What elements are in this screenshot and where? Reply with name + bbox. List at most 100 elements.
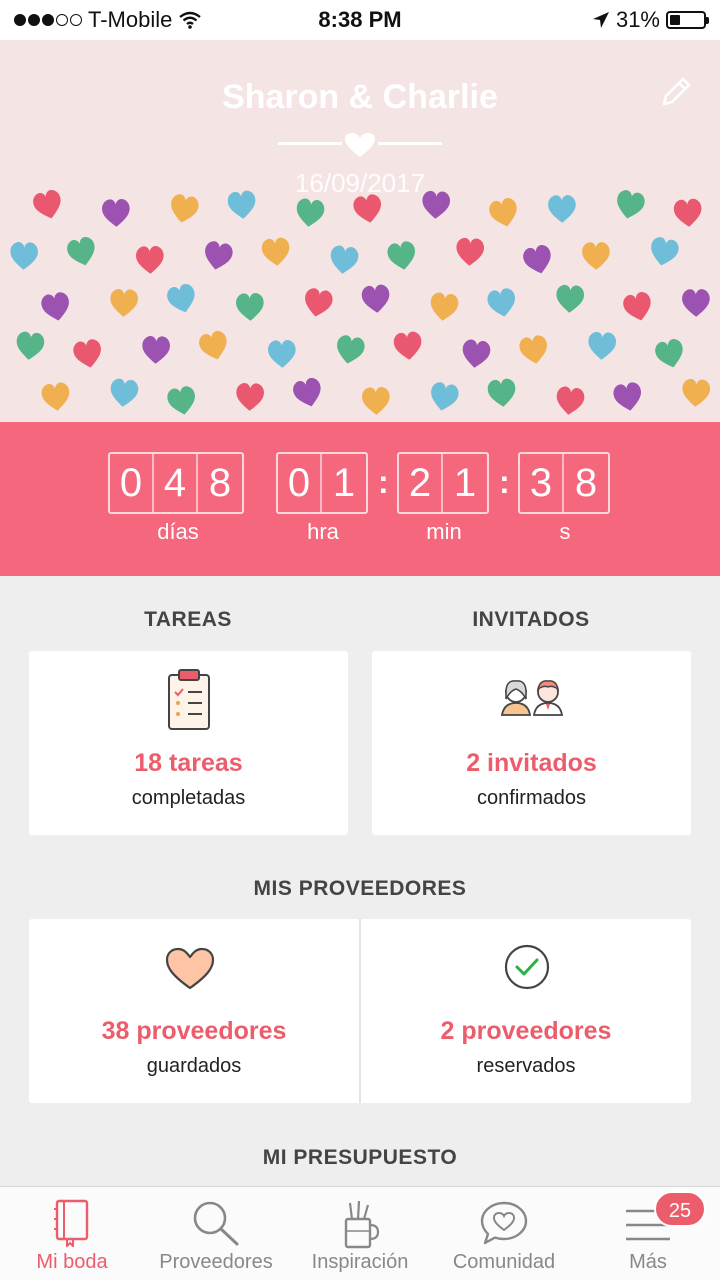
heart-decoration	[361, 284, 390, 313]
seconds-digit: 3	[520, 454, 564, 512]
tab-mi-boda[interactable]: Mi boda	[0, 1187, 144, 1280]
heart-decoration	[67, 236, 95, 266]
wedding-date: 16/09/2017	[294, 168, 426, 198]
minutes-label: min	[426, 519, 462, 544]
heart-decoration	[682, 378, 711, 407]
countdown-hours: 0 1	[276, 452, 368, 514]
vendors-card: 38 proveedores guardados 2 proveedores r…	[29, 919, 691, 1103]
tab-label: Más	[629, 1251, 667, 1273]
tasks-count: 18 tareas	[134, 749, 243, 777]
heart-decoration	[655, 339, 683, 368]
heart-decoration	[588, 331, 617, 360]
minutes-digit: 2	[399, 454, 443, 512]
heart-decoration	[462, 339, 491, 368]
tab-label: Comunidad	[452, 1251, 556, 1273]
vendors-title: MIS PROVEEDORES	[253, 877, 467, 900]
days-digit: 0	[110, 454, 154, 512]
hours-label: hra	[307, 519, 339, 544]
chat-heart-icon	[480, 1201, 528, 1245]
heart-decoration	[236, 293, 264, 321]
countdown-days: 0 4 8	[108, 452, 244, 514]
heart-decoration	[582, 242, 610, 270]
heart-decoration	[487, 378, 516, 407]
wifi-icon	[179, 11, 202, 29]
signal-icon	[14, 14, 82, 26]
heart-decoration	[330, 245, 359, 274]
tab-label: Inspiración	[311, 1251, 409, 1273]
pencil-icon	[662, 77, 691, 106]
hours-digit: 1	[332, 461, 356, 505]
battery-fill	[670, 15, 680, 25]
guests-count: 2 invitados	[466, 749, 597, 777]
budget-title: MI PRESUPUESTO	[262, 1146, 458, 1169]
tasks-sub: completadas	[131, 787, 246, 809]
days-digit: 8	[208, 461, 232, 505]
heart-decoration	[523, 245, 551, 274]
tasks-title: TAREAS	[144, 608, 232, 631]
saved-vendors-sub: guardados	[146, 1055, 242, 1077]
heart-decoration	[362, 387, 390, 415]
minutes-digit: 1	[453, 461, 477, 505]
heart-decoration	[41, 292, 69, 321]
heart-decoration	[556, 284, 585, 313]
heart-decoration	[293, 377, 321, 407]
heart-decoration	[393, 331, 422, 360]
heart-decoration	[167, 283, 195, 313]
heart-decoration	[613, 382, 641, 411]
seconds-digit: 8	[574, 461, 598, 505]
check-circle-icon	[504, 944, 550, 990]
tab-comunidad[interactable]: Comunidad	[432, 1187, 576, 1280]
wedding-header: Sharon & Charlie 16/09/2017	[0, 40, 720, 422]
tab-proveedores[interactable]: Proveedores	[144, 1187, 288, 1280]
heart-decoration	[682, 289, 710, 317]
heart-decoration	[268, 340, 296, 368]
guests-title: INVITADOS	[472, 608, 590, 631]
notification-badge: 25	[654, 1191, 706, 1227]
heart-decoration	[261, 237, 290, 266]
tasks-card[interactable]: 18 tareas completadas	[29, 651, 348, 835]
heart-divider	[278, 132, 442, 157]
heart-decoration	[10, 242, 38, 270]
tab-mas[interactable]: 25 Más	[576, 1187, 720, 1280]
pencil-cup-icon	[344, 1200, 380, 1249]
heart-icon	[345, 133, 375, 157]
tab-label: Proveedores	[159, 1251, 273, 1273]
heart-decoration	[205, 241, 233, 270]
heart-decoration	[16, 331, 45, 360]
hours-digit: 0	[278, 454, 322, 512]
booked-vendors-sub: reservados	[476, 1055, 576, 1077]
heart-decoration	[519, 335, 547, 364]
days-digit: 4	[154, 454, 198, 512]
heart-decoration	[296, 198, 325, 227]
guests-icon	[500, 680, 564, 716]
colon-separator: :	[499, 464, 510, 500]
heart-decoration	[548, 195, 576, 223]
carrier-label: T-Mobile	[88, 7, 173, 32]
heart-decoration	[487, 288, 515, 317]
booked-vendors-count: 2 proveedores	[440, 1017, 612, 1045]
heart-icon	[165, 947, 215, 990]
status-left: T-Mobile	[14, 7, 592, 33]
status-right: 31%	[592, 7, 709, 33]
guests-card[interactable]: 2 invitados confirmados	[372, 651, 691, 835]
days-label: días	[157, 519, 199, 544]
tab-inspiracion[interactable]: Inspiración	[288, 1187, 432, 1280]
heart-decoration	[673, 198, 702, 227]
heart-decoration	[651, 237, 679, 266]
status-bar: T-Mobile 8:38 PM 31%	[0, 0, 720, 40]
heart-decoration	[556, 386, 585, 415]
heart-decoration	[456, 237, 485, 266]
tab-bar: Mi boda Proveedores Inspiración Comunida…	[0, 1186, 720, 1280]
heart-decoration	[199, 330, 227, 360]
saved-vendors-section[interactable]: 38 proveedores guardados	[29, 919, 359, 1103]
seconds-label: s	[559, 519, 571, 544]
heart-decoration	[387, 241, 415, 270]
heart-decoration	[305, 288, 333, 317]
battery-percent: 31%	[615, 7, 660, 32]
heart-decoration	[136, 246, 164, 274]
booked-vendors-section[interactable]: 2 proveedores reservados	[361, 919, 691, 1103]
heart-decoration	[236, 383, 264, 411]
edit-button[interactable]	[658, 74, 694, 110]
heart-decoration	[431, 382, 459, 411]
heart-decoration	[110, 378, 139, 407]
